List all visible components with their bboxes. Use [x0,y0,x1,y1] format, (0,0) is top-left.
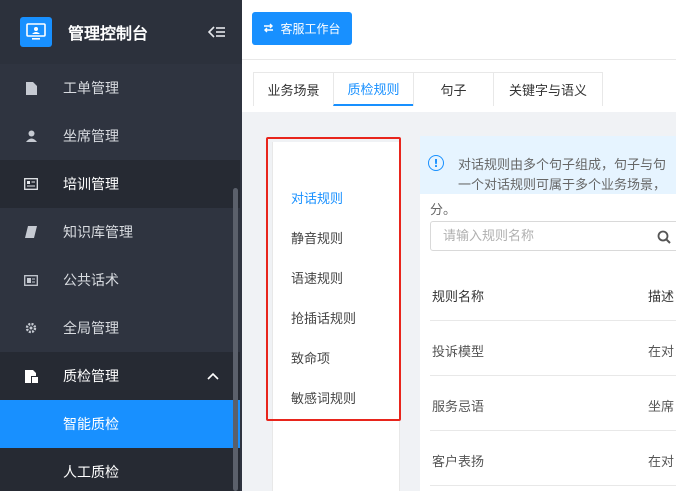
search-input[interactable] [431,222,651,250]
book-icon [24,225,38,239]
sidebar-item-label: 公共话术 [63,273,119,289]
workspace-button-label: 客服工作台 [280,22,341,36]
sidebar-item-knowledge[interactable]: 知识库管理 [0,208,240,256]
swap-icon [263,22,274,36]
search-icon[interactable] [657,229,671,244]
table-cell: 在对 [648,455,675,470]
monitor-logo-icon [20,17,52,47]
rule-search [430,221,676,251]
info-text: 对话规则由多个句子组成，句子与句 [458,158,667,173]
table-cell: 在对 [648,345,675,360]
tab-label: 关键字与语义 [508,84,587,99]
info-text: 分。 [430,203,457,218]
rule-type-list: 对话规则 静音规则 语速规则 抢插话规则 致命项 敏感词规则 [272,142,400,491]
table-row[interactable]: 服务忌语 坐席 [430,376,676,431]
sidebar-scrollbar[interactable] [233,188,238,491]
tab-sentences[interactable]: 句子 [413,72,494,106]
workspace-button[interactable]: 客服工作台 [252,12,352,45]
sidebar: 管理控制台 工单管理 坐席管理 培训管理 知识库管理 公共话术 全局管理 质检管… [0,0,242,491]
sidebar-item-label: 质检管理 [63,369,119,385]
sidebar-item-global[interactable]: 全局管理 [0,304,240,352]
chevron-up-icon [207,369,219,383]
collapse-menu-icon[interactable] [206,21,228,43]
table-header: 规则名称 描述 [430,266,676,321]
brand-title: 管理控制台 [68,24,149,43]
tabs-bar: 业务场景 质检规则 句子 关键字与语义 [242,60,676,112]
sidebar-item-agent[interactable]: 坐席管理 [0,112,240,160]
tab-label: 句子 [440,84,467,99]
info-alert: ! 对话规则由多个句子组成，句子与句 一个对话规则可属于多个业务场景， [420,136,676,194]
content-area: 对话规则 静音规则 语速规则 抢插话规则 致命项 敏感词规则 ! 对话规则由多个… [242,112,676,491]
tab-label: 业务场景 [267,84,320,99]
sidebar-item-label: 智能质检 [63,417,119,433]
app-root: 管理控制台 工单管理 坐席管理 培训管理 知识库管理 公共话术 全局管理 质检管… [0,0,676,491]
sidebar-item-ticket[interactable]: 工单管理 [0,64,240,112]
info-icon: ! [428,155,444,171]
document-icon [24,81,38,95]
rule-item-sensitive[interactable]: 敏感词规则 [291,388,356,407]
sidebar-item-quality[interactable]: 质检管理 [0,352,240,400]
table-cell: 服务忌语 [432,400,485,415]
table-cell: 坐席 [648,400,675,415]
tab-list: 业务场景 质检规则 句子 关键字与语义 [253,72,603,106]
info-text: 一个对话规则可属于多个业务场景， [458,178,667,193]
sidebar-header: 管理控制台 [0,0,242,64]
column-header: 描述 [648,290,675,305]
table-cell: 客户表扬 [432,455,485,470]
user-icon [24,129,38,143]
sidebar-item-smart-qc[interactable]: 智能质检 [0,400,240,448]
newspaper-icon [24,273,38,287]
quality-icon [24,369,38,383]
tab-label: 质检规则 [347,83,400,98]
sidebar-item-label: 人工质检 [63,465,119,481]
sidebar-item-public-script[interactable]: 公共话术 [0,256,240,304]
rule-item-fatal[interactable]: 致命项 [291,348,330,367]
table-row[interactable]: 投诉模型 在对 [430,321,676,376]
sidebar-item-training[interactable]: 培训管理 [0,160,240,208]
rule-item-interrupt[interactable]: 抢插话规则 [291,308,356,327]
sidebar-item-manual-qc[interactable]: 人工质检 [0,448,240,491]
sidebar-item-label: 坐席管理 [63,129,119,145]
tab-business-scene[interactable]: 业务场景 [253,72,334,106]
sidebar-item-label: 全局管理 [63,321,119,337]
id-card-icon [24,177,38,191]
table-cell: 投诉模型 [432,345,485,360]
table-row[interactable]: 客户表扬 在对 [430,431,676,486]
rule-main-panel: ! 对话规则由多个句子组成，句子与句 一个对话规则可属于多个业务场景， 分。 规… [420,136,676,491]
tab-keywords-semantics[interactable]: 关键字与语义 [493,72,603,106]
gear-icon [24,321,38,335]
rule-item-dialog[interactable]: 对话规则 [291,188,343,207]
rule-item-speed[interactable]: 语速规则 [291,268,343,287]
top-bar: 客服工作台 [242,0,676,60]
sidebar-item-label: 培训管理 [63,177,119,193]
rule-item-silence[interactable]: 静音规则 [291,228,343,247]
sidebar-item-label: 工单管理 [63,81,119,97]
column-header: 规则名称 [432,290,485,305]
tab-qc-rules[interactable]: 质检规则 [333,72,414,106]
sidebar-item-label: 知识库管理 [63,225,133,241]
